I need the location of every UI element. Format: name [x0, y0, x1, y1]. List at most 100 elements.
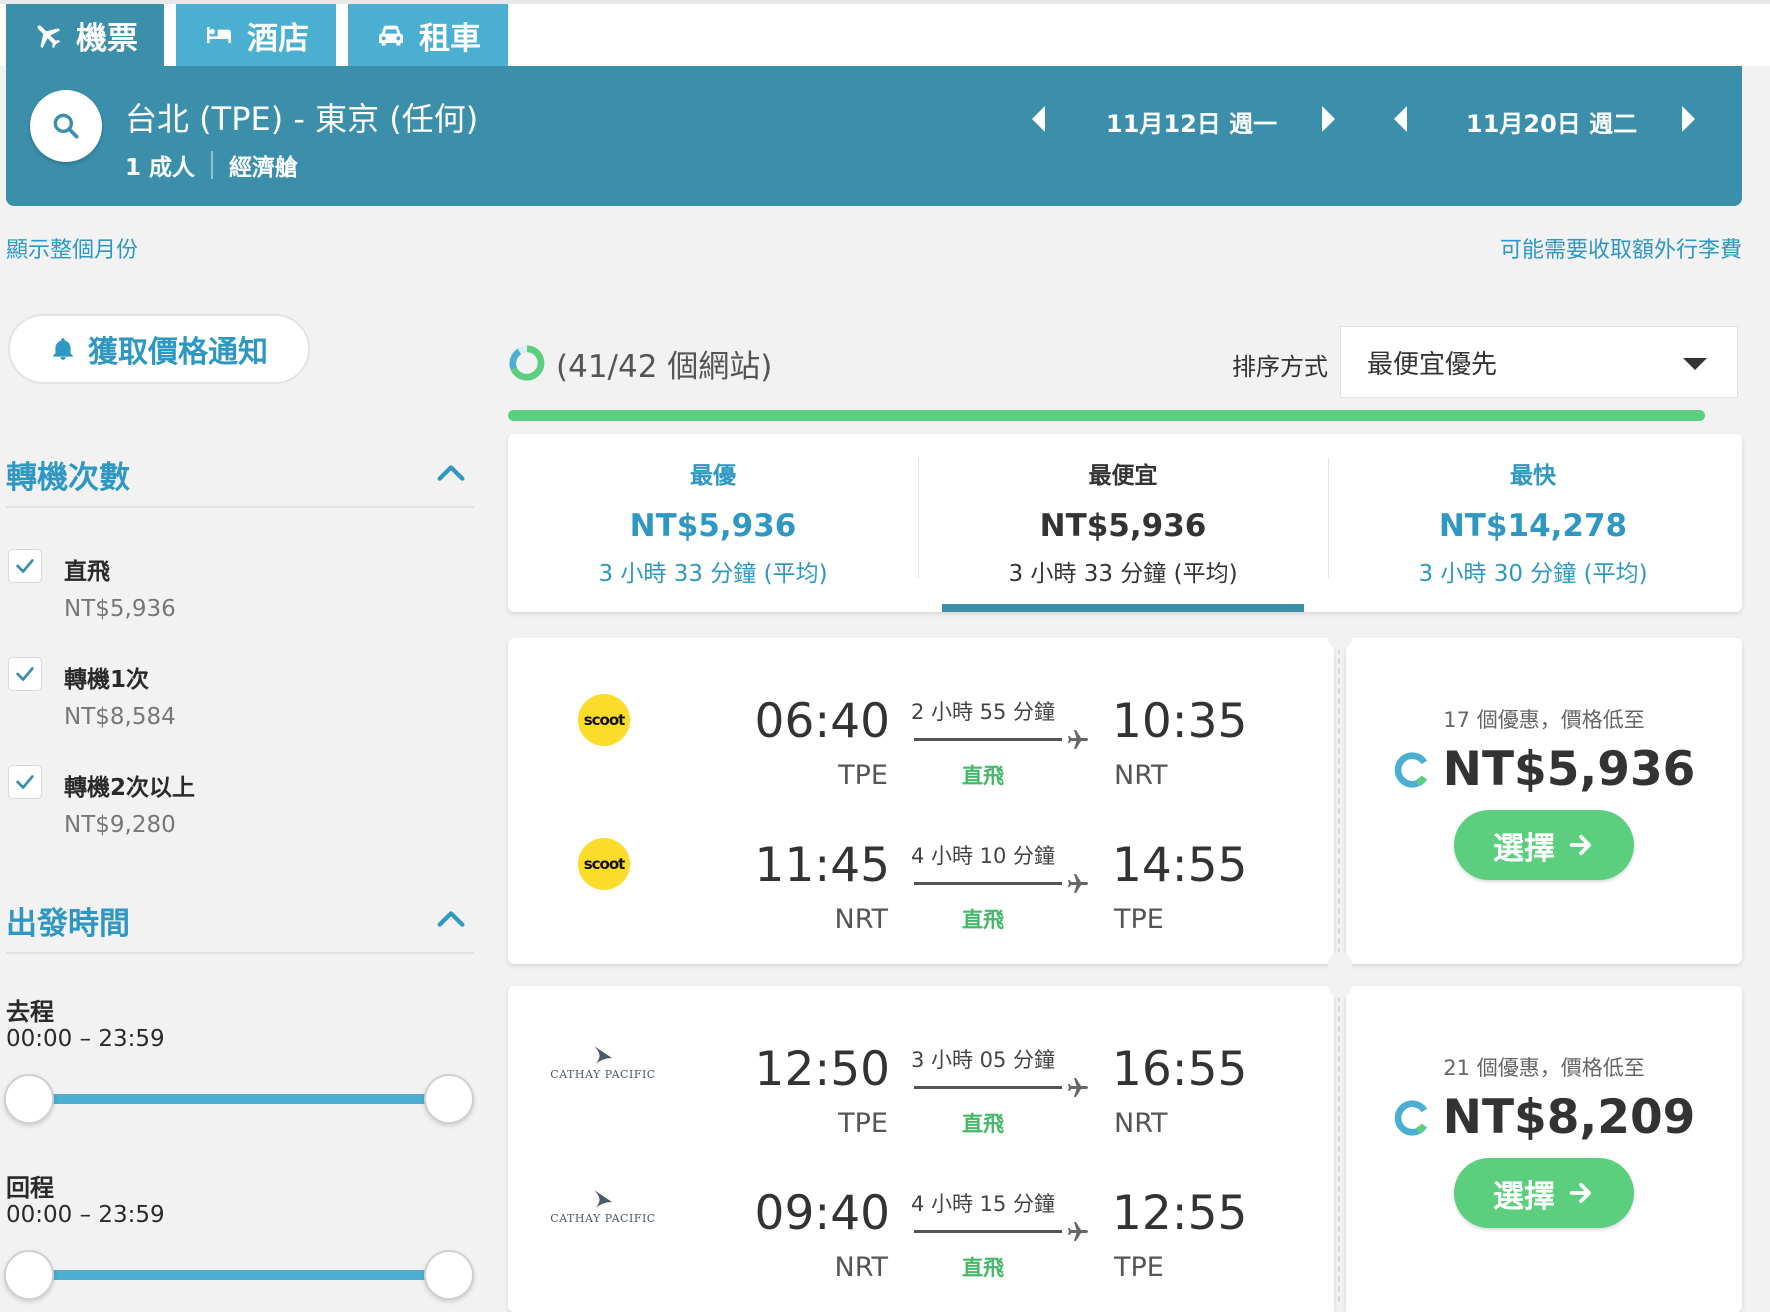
departure-airport: NRT [834, 1252, 889, 1283]
stops-label: 直飛 [962, 1256, 1004, 1280]
airline-logo-text: CATHAY PACIFIC [550, 1212, 656, 1225]
flight-path-line [914, 1086, 1062, 1089]
tab-hotels[interactable]: 酒店 [176, 4, 336, 66]
baggage-fees-link[interactable]: 可能需要收取額外行李費 [1500, 232, 1742, 264]
scoot-logo: scoot [578, 838, 630, 890]
divider [211, 151, 214, 179]
passenger-cabin-summary[interactable]: 1 成人 經濟艙 [125, 148, 298, 182]
outbound-slider-max-handle[interactable] [424, 1074, 474, 1124]
stops-option-label[interactable]: 直飛 [64, 552, 110, 586]
outbound-leg[interactable]: scoot 06:40 TPE 2 小時 55 分鐘 直飛 10:35 NRT [508, 656, 1334, 791]
checkbox-one-stop[interactable] [8, 657, 42, 691]
summary-price: NT$14,278 [1438, 508, 1628, 544]
stops-option-price: NT$5,936 [64, 596, 176, 622]
selected-tab-indicator [942, 604, 1304, 612]
search-progress-bar [508, 410, 1705, 421]
depart-prev-day-button[interactable] [1032, 106, 1045, 132]
return-prev-day-button[interactable] [1394, 106, 1407, 132]
return-slider-max-handle[interactable] [424, 1250, 474, 1300]
plane-icon [1068, 874, 1088, 893]
result-card[interactable]: CATHAY PACIFIC 12:50 TPE 3 小時 05 分鐘 直飛 1… [508, 974, 1742, 1312]
flight-path-line [914, 882, 1062, 885]
divider [6, 952, 474, 954]
plane-icon [1068, 1222, 1088, 1241]
return-leg[interactable]: CATHAY PACIFIC 09:40 NRT 4 小時 15 分鐘 直飛 1… [508, 1148, 1334, 1283]
summary-title: 最優 [690, 463, 736, 489]
plane-icon [1068, 1078, 1088, 1097]
divider [6, 506, 474, 508]
summary-tab-cheapest[interactable]: 最便宜 NT$5,936 3 小時 33 分鐘 (平均) [918, 456, 1328, 588]
return-next-day-button[interactable] [1682, 106, 1695, 132]
cathay-bird-icon [594, 1190, 612, 1208]
depart-date[interactable]: 11月12日 週一 [1106, 104, 1277, 139]
return-date[interactable]: 11月20日 週二 [1466, 104, 1637, 139]
outbound-slider-min-handle[interactable] [4, 1074, 54, 1124]
summary-tab-fastest[interactable]: 最快 NT$14,278 3 小時 30 分鐘 (平均) [1328, 456, 1738, 588]
select-label: 選擇 [1493, 830, 1555, 867]
departure-time-filter-title[interactable]: 出發時間 [6, 898, 130, 943]
site-count: (41/42 個網站) [556, 349, 773, 385]
chevron-up-icon[interactable] [434, 456, 468, 490]
select-button[interactable]: 選擇 [1454, 1158, 1634, 1228]
departure-time: 11:45 [754, 838, 890, 893]
summary-duration: 3 小時 33 分鐘 (平均) [1008, 561, 1238, 587]
stops-label: 直飛 [962, 1112, 1004, 1136]
checkbox-direct[interactable] [8, 549, 42, 583]
stops-option-label[interactable]: 轉機1次 [64, 660, 149, 694]
check-icon [16, 775, 34, 789]
flight-path-line [914, 738, 1062, 741]
divider [1338, 996, 1340, 1302]
departure-time: 12:50 [754, 1042, 890, 1097]
plane-icon [37, 25, 61, 49]
return-label: 回程 [6, 1174, 54, 1202]
summary-tab-best[interactable]: 最優 NT$5,936 3 小時 33 分鐘 (平均) [508, 456, 918, 588]
outbound-leg[interactable]: CATHAY PACIFIC 12:50 TPE 3 小時 05 分鐘 直飛 1… [508, 1004, 1334, 1139]
tab-cars[interactable]: 租車 [348, 4, 508, 66]
tab-hotels-label: 酒店 [247, 20, 309, 57]
flight-duration: 3 小時 05 分鐘 [910, 1048, 1056, 1072]
check-icon [16, 559, 34, 573]
show-whole-month-link[interactable]: 顯示整個月份 [6, 232, 138, 264]
depart-next-day-button[interactable] [1322, 106, 1335, 132]
cabin-class: 經濟艙 [229, 155, 299, 181]
car-icon [379, 25, 403, 46]
arrow-right-icon [1569, 1182, 1592, 1204]
result-card[interactable]: scoot 06:40 TPE 2 小時 55 分鐘 直飛 10:35 NRT … [508, 626, 1742, 976]
check-icon [16, 667, 34, 681]
arrival-airport: TPE [1114, 1252, 1164, 1283]
search-button[interactable] [30, 90, 102, 162]
stops-filter-title[interactable]: 轉機次數 [6, 452, 130, 497]
airline-logo-text: scoot [583, 711, 626, 729]
departure-time: 06:40 [754, 694, 890, 749]
flight-duration: 2 小時 55 分鐘 [910, 700, 1056, 724]
checkbox-two-plus-stops[interactable] [8, 765, 42, 799]
sort-select[interactable]: 最便宜優先 [1340, 326, 1738, 398]
loading-spinner-icon [1394, 1099, 1427, 1136]
arrival-time: 10:35 [1112, 694, 1248, 749]
price-alert-button[interactable]: 獲取價格通知 [8, 314, 310, 384]
stops-label: 直飛 [962, 764, 1004, 788]
lowest-price: NT$8,209 [1442, 1090, 1696, 1145]
stops-label: 直飛 [962, 908, 1004, 932]
price-row: NT$8,209 [1346, 1090, 1742, 1145]
airline-logo-text: CATHAY PACIFIC [550, 1068, 656, 1081]
departure-airport: TPE [838, 1108, 888, 1139]
price-row: NT$5,936 [1346, 742, 1742, 797]
return-leg[interactable]: scoot 11:45 NRT 4 小時 10 分鐘 直飛 14:55 TPE [508, 800, 1334, 935]
return-slider-track[interactable] [30, 1270, 450, 1280]
airline-logo-text: scoot [583, 855, 626, 873]
chevron-up-icon[interactable] [434, 902, 468, 936]
return-time-range: 00:00 – 23:59 [6, 1202, 165, 1228]
deals-count: 17 個優惠，價格低至 [1443, 708, 1645, 732]
outbound-slider-track[interactable] [30, 1094, 450, 1104]
tab-flights[interactable]: 機票 [6, 4, 164, 66]
route-summary[interactable]: 台北 (TPE) - 東京 (任何) [125, 94, 478, 140]
dropdown-arrow-icon [1683, 358, 1707, 370]
select-button[interactable]: 選擇 [1454, 810, 1634, 880]
stops-option-label[interactable]: 轉機2次以上 [64, 768, 195, 802]
bed-icon [207, 27, 231, 43]
price-area: 17 個優惠，價格低至 NT$5,936 選擇 [1346, 638, 1742, 964]
loading-spinner-icon [509, 345, 545, 381]
return-slider-min-handle[interactable] [4, 1250, 54, 1300]
sort-label: 排序方式 [1232, 353, 1328, 381]
